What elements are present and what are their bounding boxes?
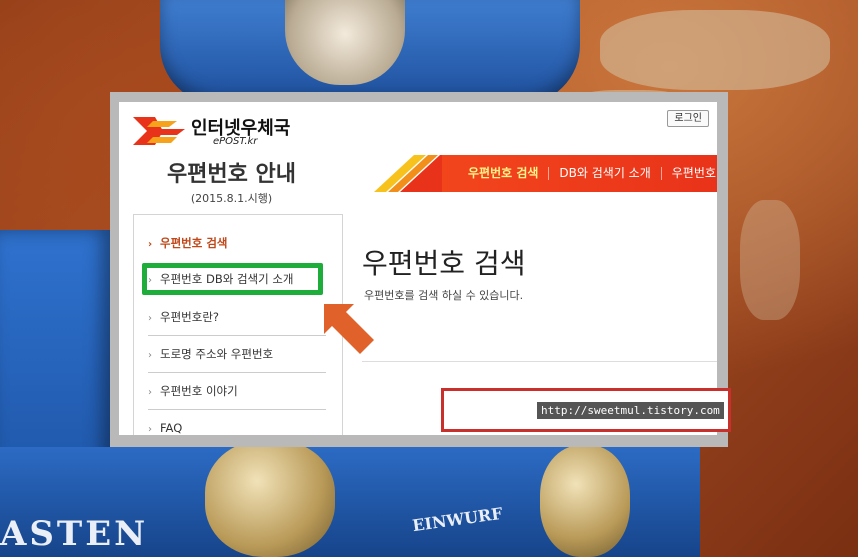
main-description: 우편번호를 검색 하실 수 있습니다. xyxy=(364,289,524,302)
chevron-right-icon: › xyxy=(148,239,153,250)
site-domain: ePOST.kr xyxy=(213,136,258,147)
gold-ornament xyxy=(205,440,335,557)
gold-ornament xyxy=(540,445,630,557)
chevron-right-icon: › xyxy=(148,313,152,324)
sidebar-item-road-address[interactable]: › 도로명 주소와 우편번호 xyxy=(148,336,326,373)
sidebar-item-label: 우편번호 이야기 xyxy=(160,384,238,398)
wall-patch xyxy=(600,10,830,90)
sidebar-item-label: FAQ xyxy=(160,421,183,435)
arrow-pointer-icon xyxy=(324,304,374,354)
nav-tab-postcode-search[interactable]: 우편번호 검색 xyxy=(468,167,548,180)
sidebar-item-postcode-search[interactable]: › 우편번호 검색 xyxy=(148,225,326,261)
top-nav-bar: 우편번호 검색 DB와 검색기 소개 우편번호 xyxy=(442,155,717,192)
sidebar-item-postcode-story[interactable]: › 우편번호 이야기 xyxy=(148,373,326,410)
highlight-box xyxy=(142,263,323,295)
sidebar-item-label: 우편번호란? xyxy=(160,310,220,324)
sidebar-menu: › 우편번호 검색 › 우편번호 DB와 검색기 소개 › 우편번호란? › 도로명 주… xyxy=(133,214,343,435)
page-heading: 우편번호 안내 (2015.8.1.시행) xyxy=(119,156,344,206)
content-divider xyxy=(362,361,717,362)
page-subtitle: (2015.8.1.시행) xyxy=(190,192,273,205)
chevron-right-icon: › xyxy=(148,350,152,361)
site-logo[interactable]: 인터넷우체국 ePOST.kr xyxy=(133,112,313,152)
sidebar-item-label: 도로명 주소와 우편번호 xyxy=(160,347,274,361)
epost-logo-icon xyxy=(133,117,185,145)
wall-patch xyxy=(740,200,800,320)
page-title: 우편번호 안내 xyxy=(166,162,297,187)
nav-tab-postcode[interactable]: 우편번호 xyxy=(660,167,717,180)
chevron-right-icon: › xyxy=(148,424,152,435)
sidebar-item-faq[interactable]: › FAQ xyxy=(148,410,326,435)
chevron-right-icon: › xyxy=(148,387,152,398)
mailbox-lettering: ASTEN xyxy=(0,514,149,554)
login-button[interactable]: 로그인 xyxy=(667,110,709,127)
nav-tab-db-intro[interactable]: DB와 검색기 소개 xyxy=(548,167,660,180)
sidebar-item-label: 우편번호 검색 xyxy=(160,236,228,250)
watermark-url: http://sweetmul.tistory.com xyxy=(537,402,724,419)
sidebar-item-what-is-postcode[interactable]: › 우편번호란? xyxy=(148,299,326,336)
top-nav: 우편번호 검색 DB와 검색기 소개 우편번호 xyxy=(374,155,717,192)
main-title: 우편번호 검색 xyxy=(362,247,526,280)
